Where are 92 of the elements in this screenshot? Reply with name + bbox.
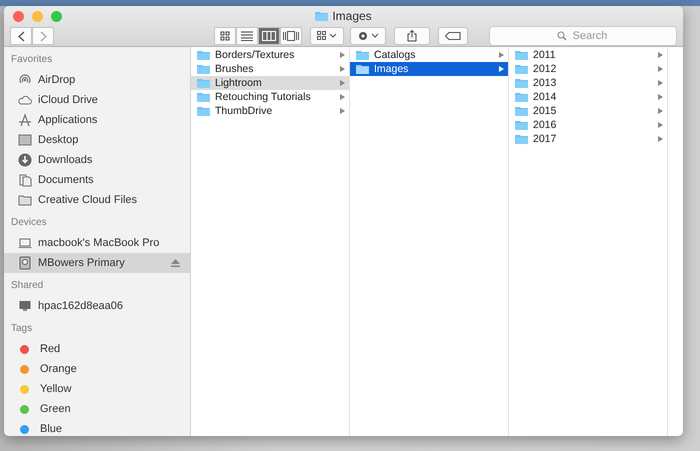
disclosure-arrow-icon	[499, 52, 504, 58]
share-icon	[407, 30, 417, 42]
folder-icon	[197, 78, 210, 88]
folder-row[interactable]: Brushes	[191, 62, 349, 76]
sidebar-item[interactable]: Yellow	[4, 379, 190, 399]
sidebar-section-title: Devices	[10, 216, 48, 230]
folder-icon	[197, 92, 210, 102]
folder-icon	[315, 11, 328, 21]
tag-button[interactable]	[438, 27, 468, 45]
cover-flow-icon	[283, 31, 299, 41]
sidebar-item[interactable]: Green	[4, 399, 190, 419]
disclosure-arrow-icon	[340, 66, 345, 72]
folder-icon	[356, 50, 369, 60]
folder-icon	[356, 64, 369, 74]
folder-icon	[197, 50, 210, 60]
folder-icon	[515, 50, 528, 60]
folder-icon	[515, 120, 528, 130]
disclosure-arrow-icon	[658, 122, 663, 128]
download-icon	[18, 153, 32, 167]
window-title: Images	[332, 9, 372, 23]
disclosure-arrow-icon	[658, 136, 663, 142]
chevron-right-icon	[40, 30, 46, 42]
disclosure-arrow-icon	[658, 108, 663, 114]
sidebar-item[interactable]: Red	[4, 339, 190, 359]
disclosure-arrow-icon	[658, 66, 663, 72]
desktop-icon	[18, 133, 32, 147]
list-view-button[interactable]	[236, 27, 258, 45]
sidebar-item[interactable]: Creative Cloud Files	[4, 190, 190, 210]
columns-icon	[262, 31, 276, 41]
sidebar-item[interactable]: Orange	[4, 359, 190, 379]
list-icon	[241, 31, 253, 41]
folder-icon	[515, 106, 528, 116]
grid-icon	[220, 31, 230, 41]
column-view-button[interactable]	[258, 27, 280, 45]
sidebar-item[interactable]: MBowers Primary	[4, 253, 190, 273]
folder-icon	[18, 193, 32, 207]
sidebar-section-title: Shared	[10, 279, 44, 293]
search-icon	[557, 31, 567, 41]
sidebar-item[interactable]: AirDrop	[4, 70, 190, 90]
folder-row[interactable]: Lightroom	[191, 76, 349, 90]
laptop-icon	[18, 236, 32, 250]
monitor-icon	[18, 299, 32, 313]
disclosure-arrow-icon	[658, 52, 663, 58]
sidebar-item[interactable]: iCloud Drive	[4, 90, 190, 110]
sidebar-item[interactable]: Downloads	[4, 150, 190, 170]
folder-row[interactable]: 2012	[509, 62, 667, 76]
cloud-icon	[18, 93, 32, 107]
folder-row[interactable]: Retouching Tutorials	[191, 90, 349, 104]
disclosure-arrow-icon	[340, 52, 345, 58]
folder-row[interactable]: 2015	[509, 104, 667, 118]
folder-row[interactable]: 2016	[509, 118, 667, 132]
disclosure-arrow-icon	[499, 66, 504, 72]
sidebar-item[interactable]: Blue	[4, 419, 190, 436]
icon-view-button[interactable]	[214, 27, 236, 45]
sidebar-item[interactable]: Applications	[4, 110, 190, 130]
action-button[interactable]	[350, 27, 386, 45]
applications-icon	[18, 113, 32, 127]
folder-row[interactable]: 2013	[509, 76, 667, 90]
sidebar-item[interactable]: macbook's MacBook Pro	[4, 233, 190, 253]
tag-icon	[445, 32, 461, 40]
folder-row[interactable]: Borders/Textures	[191, 48, 349, 62]
folder-row[interactable]: Images	[350, 62, 508, 76]
folder-row[interactable]: 2011	[509, 48, 667, 62]
folder-icon	[515, 134, 528, 144]
disclosure-arrow-icon	[340, 94, 345, 100]
disclosure-arrow-icon	[658, 94, 663, 100]
search-field[interactable]: Search	[489, 26, 677, 46]
cover-flow-button[interactable]	[280, 27, 302, 45]
sidebar-item[interactable]: hpac162d8eaa06	[4, 296, 190, 316]
gear-icon	[357, 30, 379, 42]
disclosure-arrow-icon	[340, 108, 345, 114]
documents-icon	[18, 173, 32, 187]
folder-row[interactable]: Catalogs	[350, 48, 508, 62]
folder-icon	[515, 64, 528, 74]
folder-icon	[197, 106, 210, 116]
share-button[interactable]	[394, 27, 430, 45]
arrange-button[interactable]	[310, 27, 344, 45]
sidebar-item[interactable]: Documents	[4, 170, 190, 190]
sidebar-item[interactable]: Desktop	[4, 130, 190, 150]
folder-row[interactable]: ThumbDrive	[191, 104, 349, 118]
folder-icon	[197, 64, 210, 74]
folder-row[interactable]: 2017	[509, 132, 667, 146]
folder-icon	[515, 78, 528, 88]
folder-icon	[515, 92, 528, 102]
disclosure-arrow-icon	[340, 80, 345, 86]
disclosure-arrow-icon	[658, 80, 663, 86]
sidebar-section-title: Favorites	[10, 53, 54, 67]
folder-row[interactable]: 2014	[509, 90, 667, 104]
sidebar-section-title: Tags	[10, 322, 34, 336]
back-button[interactable]	[10, 27, 32, 45]
chevron-left-icon	[18, 30, 24, 42]
grid-dropdown-icon	[317, 31, 337, 41]
